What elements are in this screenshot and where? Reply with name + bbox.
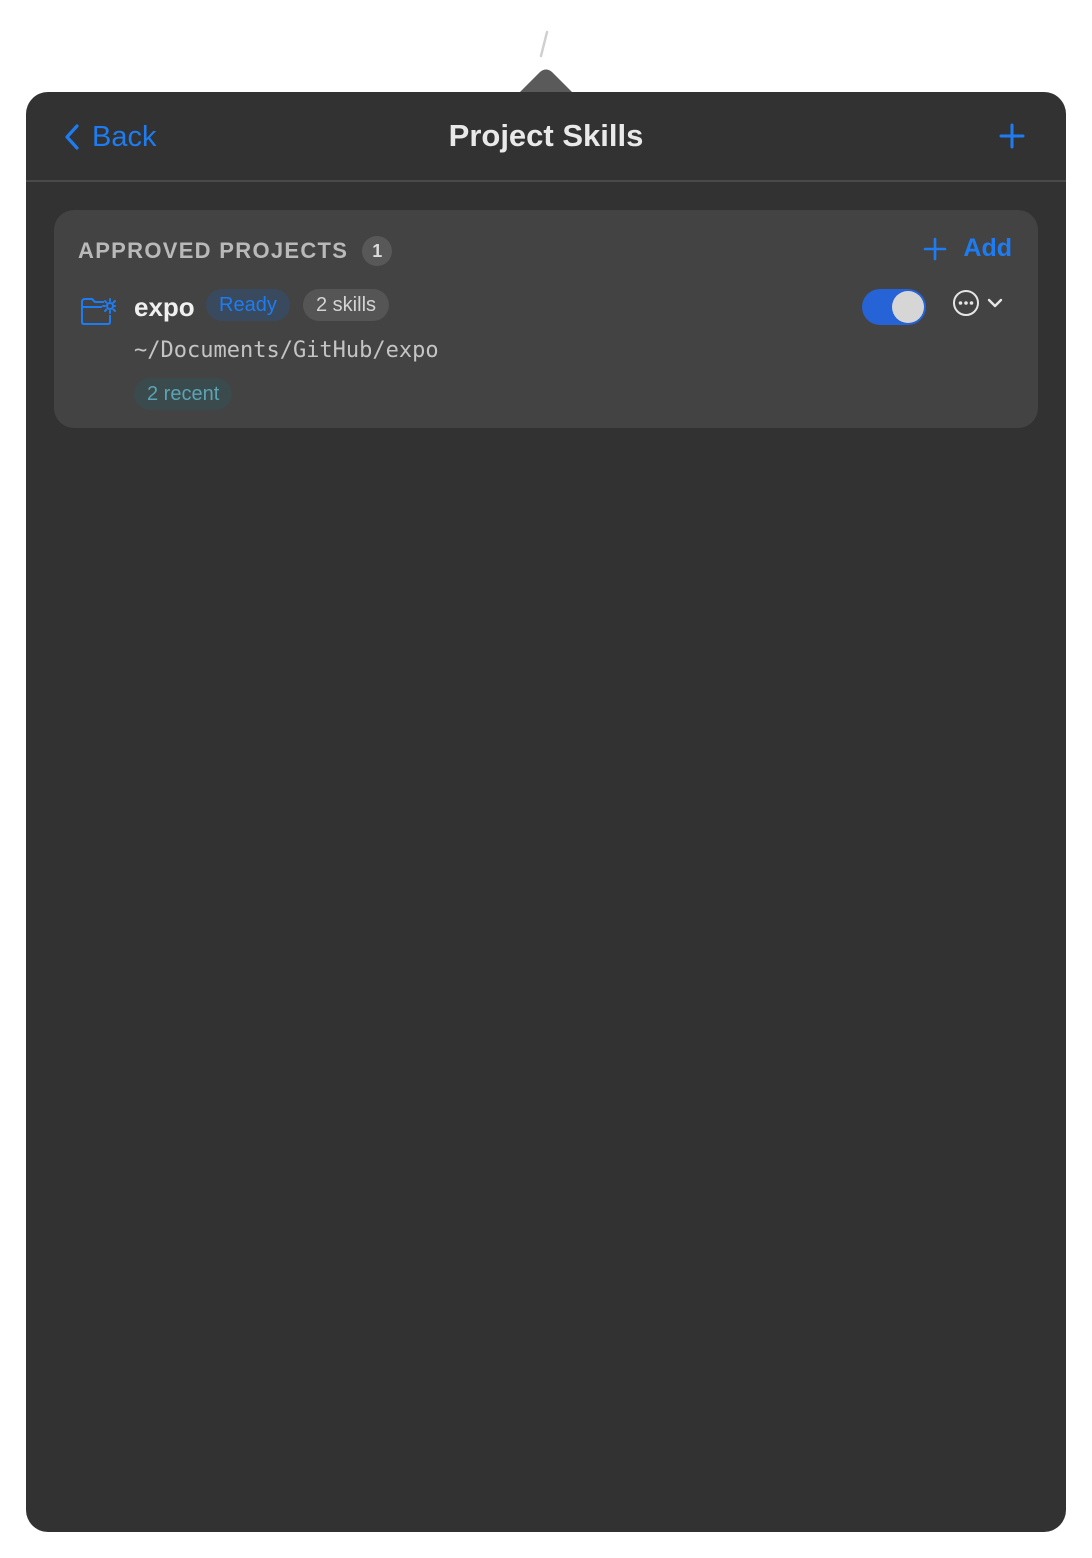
plus-icon — [924, 237, 947, 260]
project-name: expo — [134, 292, 195, 322]
approved-projects-card: APPROVED PROJECTS 1 Add expo Ready 2 ski… — [54, 210, 1038, 428]
add-label: Add — [963, 234, 1012, 262]
folder-gear-icon — [81, 298, 116, 325]
count-badge: 1 — [362, 236, 393, 266]
page-title: Project Skills — [448, 118, 644, 153]
menubar-glyph-icon — [539, 30, 549, 58]
plus-icon[interactable] — [998, 122, 1026, 150]
project-path: ~/Documents/GitHub/expo — [134, 338, 439, 363]
section-header: APPROVED PROJECTS 1 — [78, 236, 393, 266]
recent-badge: 2 recent — [134, 378, 233, 410]
popover-arrow — [518, 69, 574, 94]
popover-header: Back Project Skills — [26, 92, 1066, 182]
project-enabled-toggle[interactable] — [862, 289, 926, 325]
toggle-knob — [892, 291, 924, 323]
skills-count-badge: 2 skills — [303, 289, 390, 321]
status-badge: Ready — [206, 289, 290, 321]
chevron-down-icon — [987, 298, 1003, 308]
ellipsis-circle-icon — [953, 290, 979, 316]
more-options-button[interactable] — [952, 288, 1008, 318]
add-project-button[interactable]: Add — [923, 234, 1012, 263]
section-title: APPROVED PROJECTS — [78, 238, 349, 263]
project-skills-popover: Back Project Skills APPROVED PROJECTS 1 … — [26, 92, 1066, 1532]
